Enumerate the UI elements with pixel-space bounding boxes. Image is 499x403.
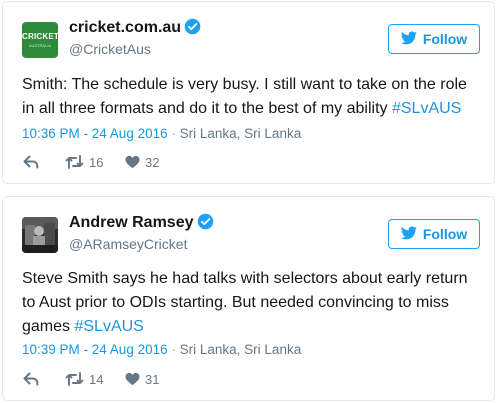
like-count: 31 [145,371,160,387]
display-name[interactable]: Andrew Ramsey [69,213,214,235]
reply-icon [23,372,39,386]
hashtag-link[interactable]: #SLvAUS [392,100,461,117]
follow-label: Follow [422,226,468,242]
avatar[interactable]: CRICKET AUSTRALIA [22,22,58,58]
display-name-text: Andrew Ramsey [69,214,194,231]
tweet-actions: 14 31 [23,369,159,389]
tweet-card: CRICKET AUSTRALIA cricket.com.au @Cricke… [2,1,495,184]
verified-icon [184,18,201,40]
tweet-meta: 10:39 PM - 24 Aug 2016 · Sri Lanka, Sri … [22,342,301,357]
meta-separator: · [171,126,176,141]
retweet-count: 14 [89,371,104,387]
reply-button[interactable] [23,372,65,386]
follow-button[interactable]: Follow [388,219,480,249]
user-handle[interactable]: @CricketAus [69,41,151,57]
heart-icon [125,372,140,386]
verified-icon [197,213,214,235]
avatar-logo-text: CRICKET [22,32,58,41]
retweet-button[interactable]: 16 [65,155,125,170]
display-name[interactable]: cricket.com.au [69,18,201,40]
twitter-bird-icon [400,226,417,243]
location-link[interactable]: Sri Lanka, Sri Lanka [180,342,302,357]
tweet-meta: 10:36 PM - 24 Aug 2016 · Sri Lanka, Sri … [22,126,301,141]
display-name-text: cricket.com.au [69,19,182,36]
timestamp-link[interactable]: 10:36 PM - 24 Aug 2016 [22,126,168,141]
tweet-card: Andrew Ramsey @ARamseyCricket Follow Ste… [2,196,495,401]
retweet-icon [65,155,84,169]
tweet-text: Steve Smith says he had talks with selec… [22,267,482,339]
hashtag-link[interactable]: #SLvAUS [74,318,143,335]
like-button[interactable]: 31 [125,372,159,387]
timestamp-link[interactable]: 10:39 PM - 24 Aug 2016 [22,342,168,357]
like-count: 32 [145,154,160,170]
reply-icon [23,155,39,169]
twitter-bird-icon [400,31,417,48]
retweet-icon [65,372,84,386]
user-handle[interactable]: @ARamseyCricket [69,236,187,252]
avatar-logo-subtext: AUSTRALIA [28,43,52,48]
follow-button[interactable]: Follow [388,24,480,54]
tweet-text: Smith: The schedule is very busy. I stil… [22,73,482,121]
tweet-actions: 16 32 [23,152,159,172]
avatar[interactable] [22,217,58,253]
retweet-button[interactable]: 14 [65,372,125,387]
follow-label: Follow [422,31,468,47]
profile-photo-icon [22,217,58,253]
meta-separator: · [171,342,176,357]
heart-icon [125,155,140,169]
like-button[interactable]: 32 [125,155,159,170]
retweet-count: 16 [89,154,104,170]
reply-button[interactable] [23,155,65,169]
location-link[interactable]: Sri Lanka, Sri Lanka [180,126,302,141]
